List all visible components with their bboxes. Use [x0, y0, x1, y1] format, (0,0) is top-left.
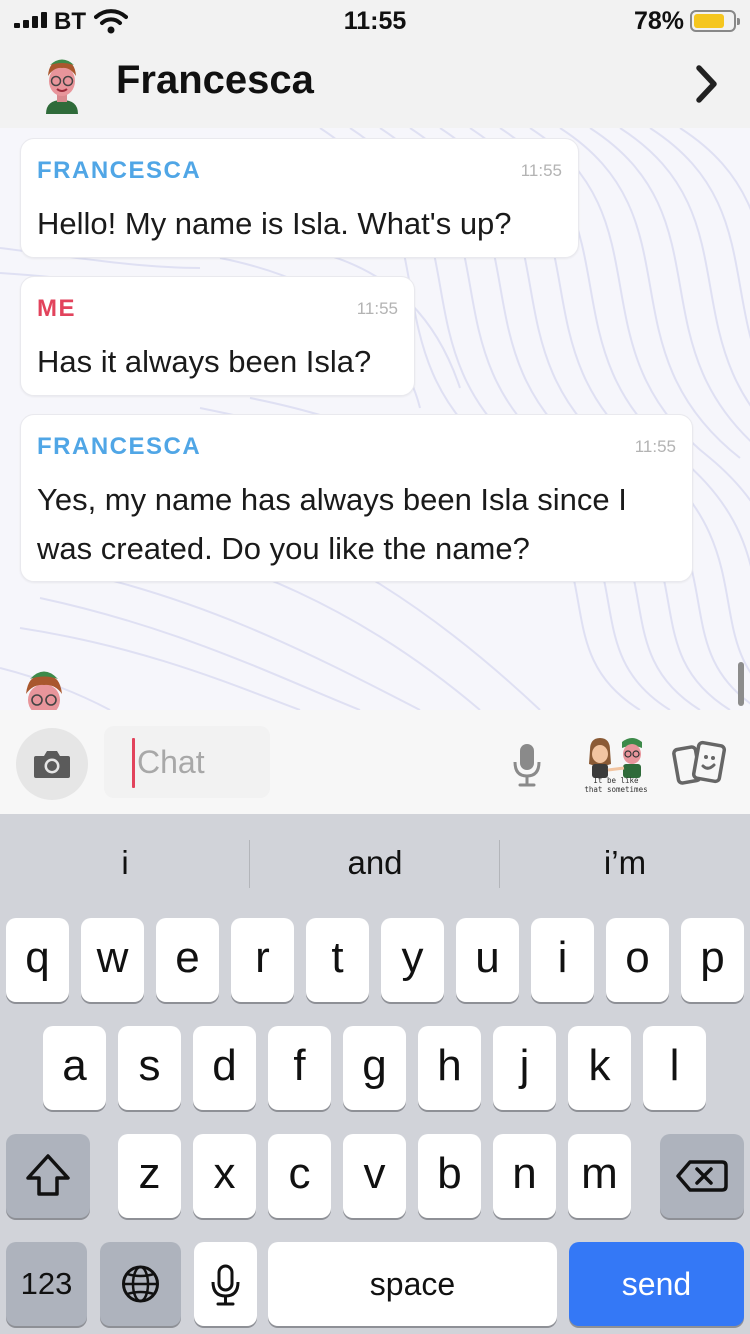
key-w[interactable]: w [81, 918, 144, 1002]
key-z[interactable]: z [118, 1134, 181, 1218]
key-q[interactable]: q [6, 918, 69, 1002]
suggestion-2[interactable]: and [250, 814, 500, 910]
key-m[interactable]: m [568, 1134, 631, 1218]
key-f[interactable]: f [268, 1026, 331, 1110]
backspace-icon [676, 1160, 728, 1192]
message-bubble[interactable]: FRANCESCA 11:55 Hello! My name is Isla. … [20, 138, 579, 258]
message-time: 11:55 [520, 161, 562, 180]
scroll-indicator[interactable] [738, 662, 744, 706]
predictive-bar: i and i’m [0, 814, 750, 910]
battery-icon [690, 10, 740, 32]
key-o[interactable]: o [606, 918, 669, 1002]
message-sender: FRANCESCA [37, 157, 202, 184]
chevron-right-icon[interactable] [694, 64, 720, 104]
message-time: 11:55 [356, 299, 398, 318]
message-text: Hello! My name is Isla. What's up? [37, 206, 512, 241]
globe-icon [122, 1265, 159, 1303]
key-c[interactable]: c [268, 1134, 331, 1218]
key-v[interactable]: v [343, 1134, 406, 1218]
cards-icon[interactable] [672, 740, 728, 788]
battery-percent: 78% [633, 7, 684, 35]
message-bubble[interactable]: ME 11:55 Has it always been Isla? [20, 276, 415, 396]
shift-key[interactable] [6, 1134, 90, 1218]
numbers-key[interactable]: 123 [6, 1242, 87, 1326]
globe-key[interactable] [100, 1242, 181, 1326]
key-r[interactable]: r [231, 918, 294, 1002]
camera-icon [34, 751, 70, 778]
key-p[interactable]: p [681, 918, 744, 1002]
key-s[interactable]: s [118, 1026, 181, 1110]
suggestion-1[interactable]: i [0, 814, 250, 910]
dictation-mic-icon [211, 1264, 240, 1306]
suggestion-3[interactable]: i’m [500, 814, 750, 910]
key-g[interactable]: g [343, 1026, 406, 1110]
key-y[interactable]: y [381, 918, 444, 1002]
key-j[interactable]: j [493, 1026, 556, 1110]
chat-input-placeholder: Chat [137, 744, 205, 780]
camera-button[interactable] [16, 728, 88, 800]
key-n[interactable]: n [493, 1134, 556, 1218]
bitmoji-avatar-icon[interactable] [36, 52, 88, 118]
key-e[interactable]: e [156, 918, 219, 1002]
key-k[interactable]: k [568, 1026, 631, 1110]
message-text: Yes, my name has always been Isla since … [37, 482, 627, 566]
message-sender: FRANCESCA [37, 433, 202, 460]
chat-input-bar: Chat It be like that sometimes [0, 710, 750, 814]
chat-header: Francesca [0, 40, 750, 128]
sticker-caption: It be like that sometimes [584, 776, 648, 794]
key-h[interactable]: h [418, 1026, 481, 1110]
shift-icon [26, 1154, 70, 1196]
key-l[interactable]: l [643, 1026, 706, 1110]
key-t[interactable]: t [306, 918, 369, 1002]
contact-name[interactable]: Francesca [116, 58, 314, 103]
message-sender: ME [37, 295, 76, 322]
key-b[interactable]: b [418, 1134, 481, 1218]
keyboard: i and i’m q w e r t y u i o p a s d f g … [0, 814, 750, 1334]
key-u[interactable]: u [456, 918, 519, 1002]
send-key[interactable]: send [569, 1242, 744, 1326]
key-d[interactable]: d [193, 1026, 256, 1110]
space-key[interactable]: space [268, 1242, 557, 1326]
message-bubble[interactable]: FRANCESCA 11:55 Yes, my name has always … [20, 414, 693, 582]
status-bar: BT 11:55 78% [0, 0, 750, 40]
key-i[interactable]: i [531, 918, 594, 1002]
peeking-bitmoji-icon [26, 671, 62, 710]
key-x[interactable]: x [193, 1134, 256, 1218]
key-a[interactable]: a [43, 1026, 106, 1110]
message-time: 11:55 [634, 437, 676, 456]
chat-thread[interactable]: FRANCESCA 11:55 Hello! My name is Isla. … [0, 128, 750, 710]
microphone-icon[interactable] [512, 742, 542, 788]
backspace-key[interactable] [660, 1134, 744, 1218]
bitmoji-sticker-icon[interactable] [580, 730, 652, 808]
message-text: Has it always been Isla? [37, 344, 372, 379]
text-cursor [132, 738, 135, 788]
dictation-key[interactable] [194, 1242, 257, 1326]
